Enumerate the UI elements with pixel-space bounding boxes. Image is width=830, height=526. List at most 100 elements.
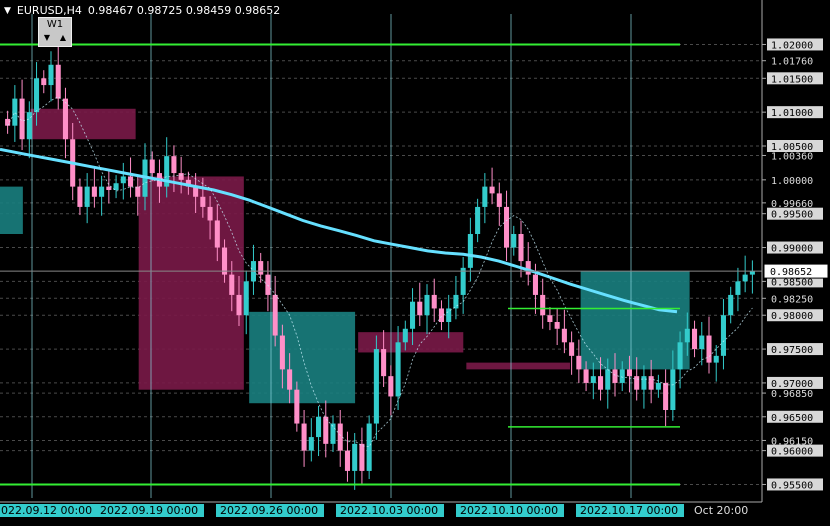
- candle-body: [229, 274, 235, 295]
- price-label: 0.98250: [771, 294, 813, 305]
- bear-zone: [30, 108, 136, 140]
- candle-body: [547, 315, 553, 322]
- candle-body: [265, 274, 271, 295]
- candle-body: [532, 274, 538, 295]
- candle-body: [518, 234, 524, 262]
- moving-average-line: [0, 147, 678, 314]
- price-label: 1.01000: [771, 108, 813, 119]
- candle-body: [55, 64, 61, 99]
- candle-body: [590, 376, 596, 383]
- candle-body: [728, 294, 734, 316]
- time-label: 2022.10.03 00:00: [340, 504, 438, 517]
- price-label: 0.96500: [771, 413, 813, 424]
- candle-body: [453, 294, 459, 309]
- candle-body: [598, 376, 604, 390]
- candle-body: [48, 64, 54, 86]
- chart-header: ▼ EURUSD,H4 0.98467 0.98725 0.98459 0.98…: [4, 4, 280, 17]
- candle-body: [62, 98, 68, 140]
- candle-body: [475, 206, 481, 234]
- candle-body: [424, 294, 430, 316]
- candle-body: [655, 382, 661, 390]
- candle-body: [120, 176, 126, 184]
- candle-body: [417, 301, 423, 316]
- candle-body: [670, 369, 676, 410]
- symbol-menu-icon[interactable]: ▼: [4, 6, 11, 16]
- time-label: 2022.10.10 00:00: [460, 504, 558, 517]
- candle-body: [359, 443, 365, 471]
- current-price-label: 0.98652: [770, 267, 812, 278]
- candle-body: [214, 220, 220, 248]
- candle-body: [410, 301, 416, 329]
- price-label: 0.97500: [771, 345, 813, 356]
- candle-body: [84, 186, 90, 207]
- candle-body: [91, 186, 97, 197]
- scroll-up-icon[interactable]: ▲: [60, 31, 66, 44]
- candle-body: [236, 294, 242, 316]
- candle-body: [388, 376, 394, 397]
- candle-body: [308, 437, 314, 451]
- candle-body: [294, 389, 300, 424]
- candle-body: [26, 112, 32, 140]
- candle-body: [258, 261, 264, 275]
- candle-body: [128, 176, 134, 187]
- w1-widget[interactable]: W1 ▼ ▲: [38, 17, 72, 47]
- candle-body: [626, 369, 632, 377]
- candle-body: [540, 294, 546, 316]
- candle-body: [648, 376, 654, 390]
- candle-body: [149, 159, 155, 174]
- candle-body: [5, 118, 11, 126]
- price-label: 0.96000: [771, 447, 813, 458]
- price-chart[interactable]: 1.020001.017601.015001.010001.005001.003…: [0, 0, 830, 526]
- candle-body: [373, 349, 379, 424]
- bull-zone: [0, 186, 23, 234]
- bull-zone: [249, 311, 356, 404]
- price-label: 0.98000: [771, 311, 813, 322]
- candle-body: [583, 369, 589, 383]
- candle-body: [200, 196, 206, 207]
- candle-body: [576, 355, 582, 370]
- time-label: Oct 20:00: [694, 504, 748, 517]
- bear-zone: [466, 362, 570, 370]
- time-label: 2022.09.19 00:00: [100, 504, 198, 517]
- candle-body: [699, 335, 705, 350]
- candle-body: [663, 382, 669, 410]
- candle-body: [489, 186, 495, 194]
- candle-body: [344, 450, 350, 471]
- candle-body: [316, 416, 322, 438]
- candle-body: [641, 376, 647, 390]
- price-label: 0.95500: [771, 480, 813, 491]
- candle-body: [504, 206, 510, 248]
- candle-body: [323, 416, 329, 444]
- candle-body: [207, 206, 213, 221]
- bear-zone: [138, 176, 244, 390]
- candle-body: [395, 342, 401, 397]
- candle-body: [684, 328, 690, 343]
- time-label: 2022.09.26 00:00: [220, 504, 318, 517]
- candle-body: [713, 355, 719, 363]
- candle-body: [482, 186, 488, 207]
- candle-body: [735, 281, 741, 295]
- candle-body: [135, 186, 141, 197]
- candle-body: [431, 294, 437, 309]
- candle-body: [330, 423, 336, 444]
- candle-body: [554, 322, 560, 329]
- candle-body: [12, 98, 18, 126]
- time-label: 2022.09.12 00:00: [0, 504, 92, 517]
- candle-body: [612, 369, 618, 383]
- price-label: 1.01500: [771, 74, 813, 85]
- candle-body: [366, 423, 372, 471]
- price-label: 1.02000: [771, 40, 813, 51]
- candle-body: [301, 423, 307, 451]
- candle-body: [381, 349, 387, 377]
- candle-body: [749, 271, 755, 275]
- price-label: 0.99000: [771, 244, 813, 255]
- candle-body: [438, 308, 444, 322]
- price-label: 1.01760: [771, 57, 813, 68]
- scroll-down-icon[interactable]: ▼: [44, 31, 50, 44]
- price-label: 1.00000: [771, 176, 813, 187]
- candle-body: [720, 315, 726, 356]
- candle-body: [402, 328, 408, 343]
- candle-body: [99, 186, 105, 197]
- candle-body: [742, 274, 748, 282]
- candle-body: [171, 156, 177, 174]
